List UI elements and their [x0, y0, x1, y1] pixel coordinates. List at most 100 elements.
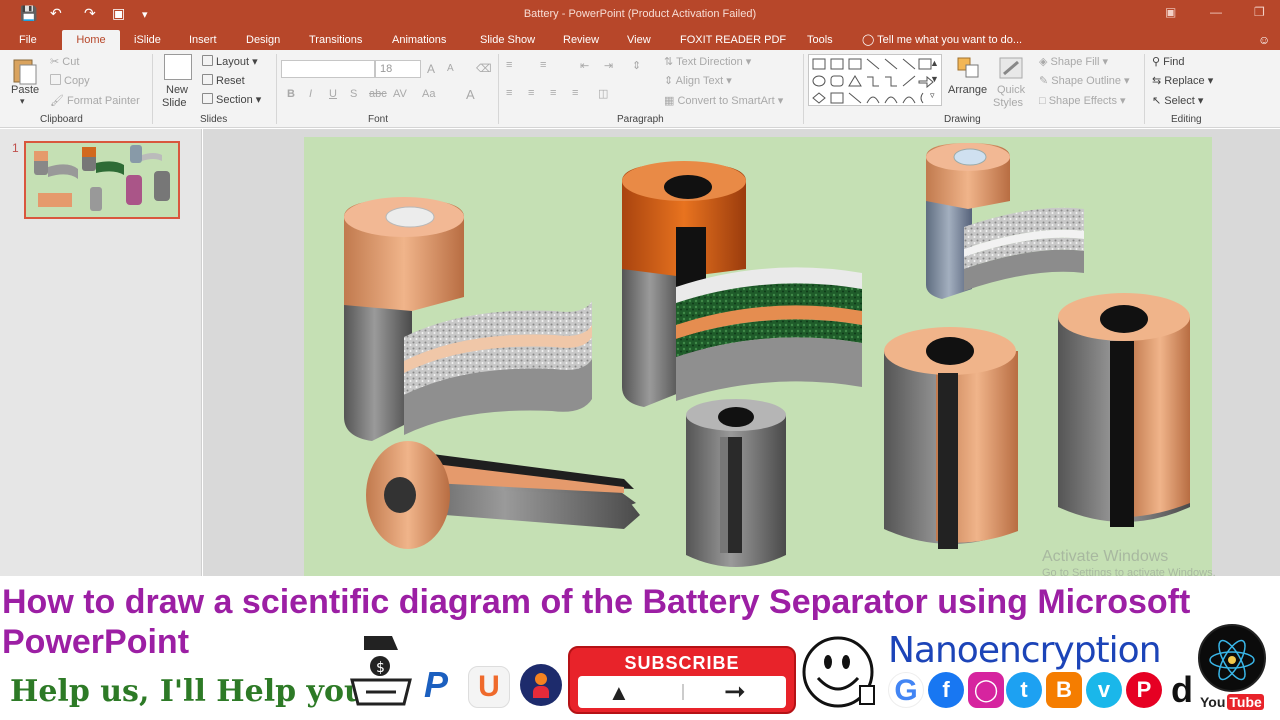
twitter-icon[interactable]: t [1006, 672, 1042, 708]
donation-box-icon: $ [346, 632, 420, 708]
paste-icon[interactable] [10, 56, 40, 86]
dailymotion-icon[interactable]: d [1164, 672, 1200, 708]
columns-icon[interactable]: ◫ [598, 87, 608, 100]
shape-outline-button[interactable]: ✎ Shape Outline ▾ [1039, 74, 1130, 87]
reset-button[interactable]: Reset [202, 74, 245, 87]
tab-insert[interactable]: Insert [189, 32, 217, 50]
paste-dropdown-icon[interactable]: ▾ [20, 96, 25, 107]
gallery-scroll-up-icon[interactable]: ▲ [930, 58, 939, 68]
strikethrough-button[interactable]: abc [369, 88, 387, 100]
decrease-indent-icon[interactable]: ⇤ [580, 59, 589, 72]
battery-cell-1[interactable] [344, 197, 592, 441]
group-divider [276, 54, 277, 124]
font-color-button[interactable]: A [466, 87, 475, 102]
underline-button[interactable]: U [329, 88, 337, 100]
tab-design[interactable]: Design [246, 32, 280, 50]
facebook-icon[interactable]: f [928, 672, 964, 708]
increase-indent-icon[interactable]: ⇥ [604, 59, 613, 72]
arrange-icon[interactable] [956, 56, 982, 80]
paypal-icon[interactable]: P [424, 664, 464, 708]
section-button[interactable]: Section ▾ [202, 93, 261, 106]
align-right-icon[interactable]: ≡ [550, 87, 556, 99]
cut-button[interactable]: ✂ Cut [50, 55, 79, 68]
new-slide-icon[interactable] [164, 54, 192, 80]
gallery-more-icon[interactable]: ▿ [930, 90, 935, 101]
new-slide-button[interactable]: New [166, 84, 188, 96]
battery-cell-6[interactable] [884, 327, 1018, 549]
tab-file[interactable]: File [19, 32, 37, 50]
youtube-logo[interactable]: You Tube [1198, 694, 1264, 710]
align-center-icon[interactable]: ≡ [528, 87, 534, 99]
tab-tools[interactable]: Tools [807, 32, 833, 50]
upi-app-icon[interactable]: U [468, 666, 510, 708]
clear-formatting-icon[interactable]: ⌫ [476, 62, 492, 75]
quick-styles-button-line2[interactable]: Styles [993, 97, 1023, 109]
paste-button[interactable]: Paste [11, 84, 39, 96]
shrink-font-button[interactable]: A [447, 63, 454, 74]
instagram-icon[interactable]: ◯ [968, 672, 1004, 708]
tab-view[interactable]: View [627, 32, 651, 50]
convert-smartart-button[interactable]: ▦ Convert to SmartArt ▾ [664, 94, 783, 107]
battery-cell-4[interactable] [366, 441, 640, 549]
brand-name: Nanoencryption [888, 630, 1162, 671]
shape-fill-button[interactable]: ◈ Shape Fill ▾ [1039, 55, 1108, 68]
arrange-button[interactable]: Arrange [948, 84, 987, 96]
bullets-icon[interactable]: ≡ [506, 59, 512, 71]
justify-icon[interactable]: ≡ [572, 87, 578, 99]
grow-font-button[interactable]: A [427, 62, 435, 76]
format-painter-button[interactable]: 🖌 Format Painter [50, 94, 140, 107]
shapes-gallery[interactable] [808, 54, 942, 106]
slide-thumbnail[interactable] [24, 141, 180, 219]
line-spacing-icon[interactable]: ⇕ [632, 59, 641, 72]
reset-label: Reset [216, 75, 245, 87]
account-icon[interactable]: ☺ [1258, 32, 1270, 50]
copy-button[interactable]: Copy [50, 74, 90, 87]
quick-styles-icon[interactable] [998, 56, 1026, 82]
smiley-thumbs-up-icon [800, 634, 880, 712]
vimeo-icon[interactable]: v [1086, 672, 1122, 708]
battery-cell-5[interactable] [686, 399, 786, 567]
tab-animations[interactable]: Animations [392, 32, 446, 50]
font-size-input[interactable]: 18 [375, 60, 421, 78]
text-direction-label: Text Direction [676, 56, 743, 68]
tab-foxit-reader-pdf[interactable]: FOXIT READER PDF [680, 32, 786, 50]
layout-button[interactable]: Layout ▾ [202, 55, 258, 68]
tab-transitions[interactable]: Transitions [309, 32, 362, 50]
new-slide-button-line2[interactable]: Slide [162, 97, 186, 109]
restore-icon[interactable]: ❐ [1254, 5, 1265, 19]
slide-canvas[interactable] [304, 137, 1212, 576]
font-name-input[interactable] [281, 60, 375, 78]
tab-home[interactable]: Home [62, 30, 120, 50]
blogger-icon[interactable]: B [1046, 672, 1082, 708]
shape-effects-label: Shape Effects [1048, 95, 1117, 107]
character-spacing-button[interactable]: AV [393, 88, 407, 100]
tab-islide[interactable]: iSlide [134, 32, 161, 50]
subscribe-button[interactable]: SUBSCRIBE ▲ ➞ [568, 646, 796, 714]
bold-button[interactable]: B [287, 88, 295, 100]
find-button[interactable]: ⚲ Find [1152, 55, 1185, 68]
select-button[interactable]: ↖ Select ▾ [1152, 94, 1203, 107]
shape-effects-button[interactable]: □ Shape Effects ▾ [1039, 94, 1126, 107]
gallery-scroll-down-icon[interactable]: ▼ [930, 74, 939, 84]
change-case-button[interactable]: Aa [422, 88, 435, 100]
text-direction-button[interactable]: ⇅ Text Direction ▾ [664, 55, 751, 68]
effects-icon: □ [1039, 95, 1049, 107]
battery-cell-2[interactable] [622, 161, 862, 407]
align-left-icon[interactable]: ≡ [506, 87, 512, 99]
ribbon-display-icon[interactable]: ▣ [1165, 5, 1176, 19]
pinterest-icon[interactable]: P [1126, 672, 1162, 708]
google-icon[interactable]: G [888, 672, 924, 708]
minimize-icon[interactable]: — [1210, 5, 1222, 19]
tell-me-search[interactable]: ◯ Tell me what you want to do... [862, 33, 1022, 46]
battery-cell-3[interactable] [926, 143, 1084, 299]
wallet-app-icon[interactable] [520, 664, 562, 706]
numbering-icon[interactable]: ≡ [540, 59, 546, 71]
replace-button[interactable]: ⇆ Replace ▾ [1152, 74, 1213, 87]
battery-cell-7[interactable] [1058, 293, 1190, 527]
quick-styles-button[interactable]: Quick [997, 84, 1025, 96]
align-text-button[interactable]: ⇕ Align Text ▾ [664, 74, 732, 87]
text-shadow-button[interactable]: S [350, 88, 357, 100]
tab-review[interactable]: Review [563, 32, 599, 50]
tab-slide-show[interactable]: Slide Show [480, 32, 535, 50]
italic-button[interactable]: I [309, 88, 312, 100]
